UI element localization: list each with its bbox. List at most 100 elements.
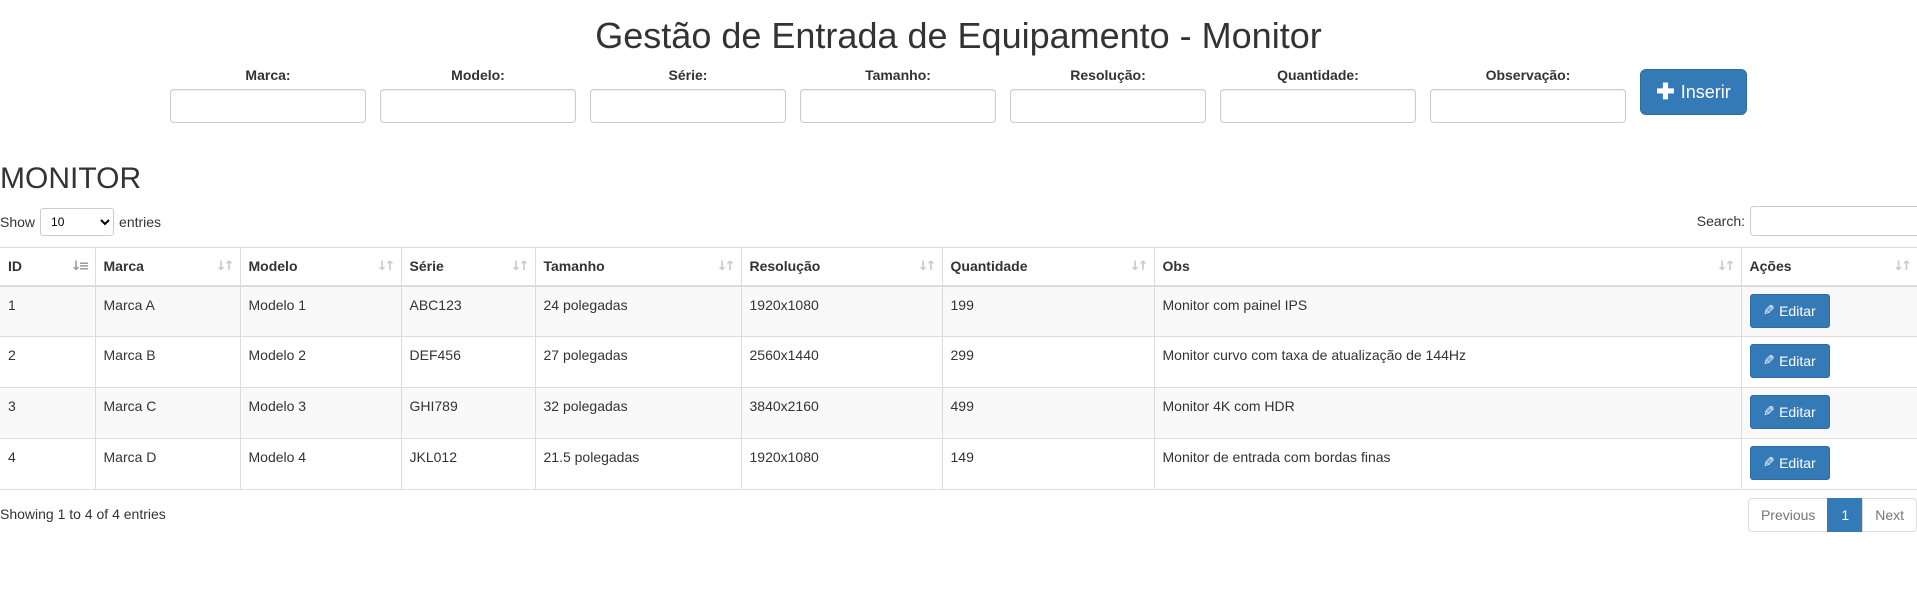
- sort-icon: ↓↑: [917, 259, 937, 274]
- field-quantidade: Quantidade:: [1220, 68, 1416, 123]
- edit-button[interactable]: ✎ Editar: [1749, 293, 1830, 328]
- cell-modelo: Modelo 2: [239, 336, 402, 388]
- column-header-quantidade[interactable]: Quantidade ↓↑: [942, 247, 1155, 287]
- sort-icon: ↓↑: [215, 259, 235, 274]
- cell-id: 3: [0, 387, 96, 439]
- show-label: Show: [0, 214, 36, 230]
- field-tamanho: Tamanho:: [800, 68, 996, 123]
- column-header-tamanho[interactable]: Tamanho ↓↑: [535, 247, 742, 287]
- cell-acoes: ✎ Editar: [1740, 285, 1917, 337]
- cell-tamanho: 21.5 polegadas: [534, 438, 742, 490]
- cell-serie: JKL012: [400, 438, 536, 490]
- cell-quantidade: 499: [941, 387, 1155, 439]
- column-header-label: Série: [409, 258, 444, 275]
- pencil-icon: ✎: [1763, 404, 1776, 420]
- field-label-resolucao: Resolução:: [1070, 67, 1146, 83]
- pagination: Previous 1 Next: [1747, 498, 1917, 532]
- edit-button-label: Editar: [1779, 302, 1816, 319]
- search-control: Search:: [1697, 206, 1917, 236]
- observacao-input[interactable]: [1430, 89, 1626, 123]
- column-header-modelo[interactable]: Modelo ↓↑: [240, 247, 402, 287]
- pencil-icon: ✎: [1763, 302, 1776, 319]
- table-row: 1 Marca A Modelo 1 ABC123 24 polegadas 1…: [0, 285, 1917, 337]
- cell-id: 2: [0, 336, 96, 388]
- quantidade-input[interactable]: [1220, 89, 1416, 123]
- table-info: Showing 1 to 4 of 4 entries: [0, 506, 166, 522]
- serie-input[interactable]: [590, 89, 786, 123]
- table-row: 2 Marca B Modelo 2 DEF456 27 polegadas 2…: [0, 336, 1917, 388]
- cell-marca: Marca C: [94, 387, 241, 439]
- modelo-input[interactable]: [380, 89, 576, 123]
- resolucao-input[interactable]: [1010, 89, 1206, 123]
- cell-resolucao: 1920x1080: [740, 285, 943, 337]
- cell-acoes: ✎ Editar: [1740, 387, 1917, 439]
- cell-quantidade: 149: [941, 438, 1155, 490]
- sort-icon: ↓↑: [716, 259, 736, 274]
- column-header-label: Marca: [103, 258, 144, 275]
- marca-input[interactable]: [170, 89, 366, 123]
- sort-icon: ↓↑: [1893, 259, 1912, 274]
- column-header-serie[interactable]: Série ↓↑: [401, 247, 536, 287]
- page-title: Gestão de Entrada de Equipamento - Monit…: [595, 15, 1322, 56]
- cell-quantidade: 199: [941, 285, 1155, 337]
- entries-label: entries: [119, 214, 162, 230]
- cell-resolucao: 2560x1440: [740, 336, 943, 388]
- table-row: 3 Marca C Modelo 3 GHI789 32 polegadas 3…: [0, 387, 1917, 439]
- insert-button[interactable]: ✚ Inserir: [1640, 69, 1747, 115]
- cell-obs: Monitor com painel IPS: [1153, 285, 1742, 337]
- column-header-acoes[interactable]: Ações ↓↑: [1741, 247, 1917, 287]
- column-header-marca[interactable]: Marca ↓↑: [95, 247, 241, 287]
- sort-ascending-icon: ↓≡: [70, 259, 90, 274]
- cell-resolucao: 1920x1080: [740, 438, 943, 490]
- field-label-tamanho: Tamanho:: [865, 67, 931, 83]
- column-header-obs[interactable]: Obs ↓↑: [1154, 247, 1742, 287]
- tamanho-input[interactable]: [800, 89, 996, 123]
- table-row: 4 Marca D Modelo 4 JKL012 21.5 polegadas…: [0, 438, 1917, 490]
- plus-icon: ✚: [1656, 79, 1675, 104]
- next-button[interactable]: Next: [1862, 498, 1917, 532]
- field-observacao: Observação:: [1430, 68, 1626, 123]
- field-resolucao: Resolução:: [1010, 68, 1206, 123]
- cell-serie: DEF456: [400, 336, 536, 388]
- sort-icon: ↓↑: [1129, 259, 1149, 274]
- edit-button-label: Editar: [1779, 404, 1816, 420]
- field-marca: Marca:: [170, 68, 366, 123]
- cell-tamanho: 24 polegadas: [534, 285, 742, 337]
- page-length-select[interactable]: 10: [40, 208, 115, 236]
- previous-button[interactable]: Previous: [1747, 498, 1829, 532]
- cell-marca: Marca B: [94, 336, 241, 388]
- column-header-label: Resolução: [749, 258, 821, 275]
- cell-tamanho: 32 polegadas: [534, 387, 742, 439]
- sort-icon: ↓↑: [510, 259, 530, 274]
- field-label-modelo: Modelo:: [451, 67, 505, 83]
- edit-button[interactable]: ✎ Editar: [1749, 446, 1830, 480]
- cell-id: 1: [0, 285, 96, 337]
- edit-button[interactable]: ✎ Editar: [1749, 344, 1830, 378]
- cell-serie: ABC123: [400, 285, 536, 337]
- cell-id: 4: [0, 438, 96, 490]
- column-header-label: Ações: [1749, 258, 1792, 275]
- page-button-current[interactable]: 1: [1827, 498, 1864, 532]
- cell-modelo: Modelo 4: [239, 438, 402, 490]
- field-modelo: Modelo:: [380, 68, 576, 123]
- sort-icon: ↓↑: [376, 259, 396, 274]
- cell-quantidade: 299: [941, 336, 1155, 388]
- pencil-icon: ✎: [1763, 455, 1776, 471]
- sort-icon: ↓↑: [1716, 259, 1736, 274]
- cell-marca: Marca D: [94, 438, 241, 490]
- column-header-label: ID: [8, 258, 22, 275]
- cell-obs: Monitor de entrada com bordas finas: [1153, 438, 1742, 490]
- column-header-label: Tamanho: [543, 258, 605, 275]
- cell-resolucao: 3840x2160: [740, 387, 943, 439]
- edit-button[interactable]: ✎ Editar: [1749, 395, 1830, 429]
- cell-obs: Monitor 4K com HDR: [1153, 387, 1742, 439]
- monitor-table: ID ↓≡ Marca ↓↑ Modelo ↓↑ Série ↓↑ Tamanho ↓↑ …: [0, 247, 1917, 490]
- cell-serie: GHI789: [400, 387, 536, 439]
- field-serie: Série:: [590, 68, 786, 123]
- cell-acoes: ✎ Editar: [1740, 438, 1917, 490]
- cell-acoes: ✎ Editar: [1740, 336, 1917, 388]
- search-label: Search:: [1696, 213, 1745, 229]
- column-header-id[interactable]: ID ↓≡: [0, 247, 96, 287]
- search-input[interactable]: [1750, 206, 1917, 236]
- column-header-resolucao[interactable]: Resolução ↓↑: [741, 247, 943, 287]
